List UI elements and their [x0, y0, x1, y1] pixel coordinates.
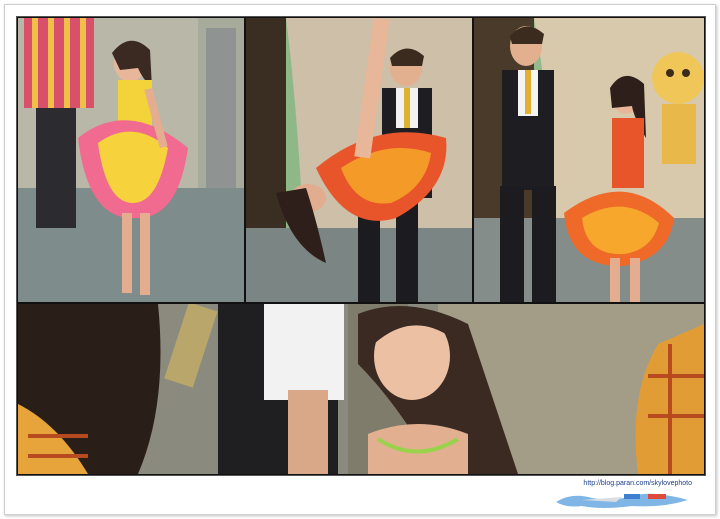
photo-dancers-dip	[246, 18, 472, 302]
watermark: http://blog.paran.com/skylovephoto	[532, 480, 692, 512]
photo-couple-dancing	[474, 18, 704, 302]
blog-logo-icon	[556, 493, 688, 508]
photo-collage	[16, 16, 706, 476]
photo-dancer-yellow-dress	[18, 18, 244, 302]
watermark-url: http://blog.paran.com/skylovephoto	[583, 480, 692, 487]
photo-closeup-dancer	[18, 304, 704, 474]
